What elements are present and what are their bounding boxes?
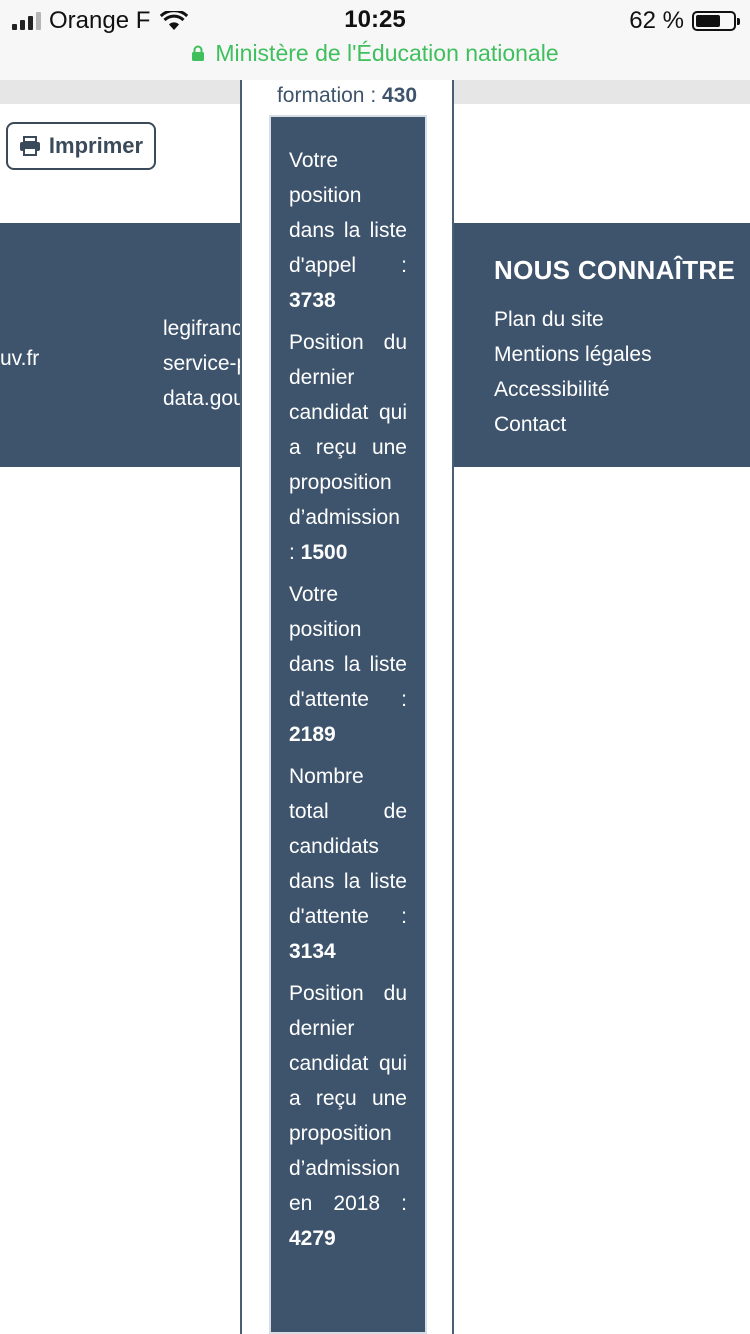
printer-icon [19,136,40,156]
stat-label: Position du dernier candidat qui a reçu … [289,331,407,564]
stat-label: Nombre total de candidats dans la liste … [289,765,407,928]
wishlist-details-column: formation : 430 Votre position dans la l… [240,80,454,1334]
lock-icon [192,45,205,61]
stat-value: 3738 [289,289,336,312]
stat-waitlist-total: Nombre total de candidats dans la liste … [289,759,407,969]
ranking-panel: Votre position dans la liste d'appel : 3… [269,115,427,1334]
stat-value: 4279 [289,1227,336,1250]
battery-icon [692,11,740,31]
status-right: 62 % [629,6,740,36]
footer-nous-connaitre: NOUS CONNAÎTRE Plan du site Mentions lég… [494,255,735,442]
footer-link-gouv[interactable]: uv.fr [0,347,39,371]
site-title: Ministère de l'Éducation nationale [215,39,559,66]
formation-capacity-value: 430 [382,84,418,107]
stat-waitlist-position: Votre position dans la liste d'attente :… [289,577,407,752]
address-bar[interactable]: Ministère de l'Éducation nationale [0,38,750,68]
battery-percentage: 62 % [629,7,684,34]
footer-link-contact[interactable]: Contact [494,407,735,442]
stat-value: 3134 [289,940,336,963]
stat-value: 2189 [289,723,336,746]
formation-capacity: formation : 430 [242,84,452,108]
footer-link-mentions-legales[interactable]: Mentions légales [494,337,735,372]
footer-section-title: NOUS CONNAÎTRE [494,255,736,285]
stat-label: Votre position dans la liste d'attente : [289,583,407,711]
stat-last-admitted-2018: Position du dernier candidat qui a reçu … [289,976,407,1256]
formation-capacity-label: formation : [276,84,382,107]
stat-value: 1500 [300,541,348,564]
stat-last-admitted-position: Position du dernier candidat qui a reçu … [289,325,407,570]
footer-link-accessibilite[interactable]: Accessibilité [494,372,735,407]
print-button[interactable]: Imprimer [6,122,156,170]
stat-call-list-position: Votre position dans la liste d'appel : 3… [289,143,407,318]
stat-label: Position du dernier candidat qui a reçu … [289,982,407,1215]
status-bar: Orange F 10:25 62 % Ministère de l'Éduca… [0,0,750,80]
print-button-label: Imprimer [48,133,144,158]
footer-link-plan-du-site[interactable]: Plan du site [494,302,735,337]
stat-label: Votre position dans la liste d'appel : [289,149,407,277]
